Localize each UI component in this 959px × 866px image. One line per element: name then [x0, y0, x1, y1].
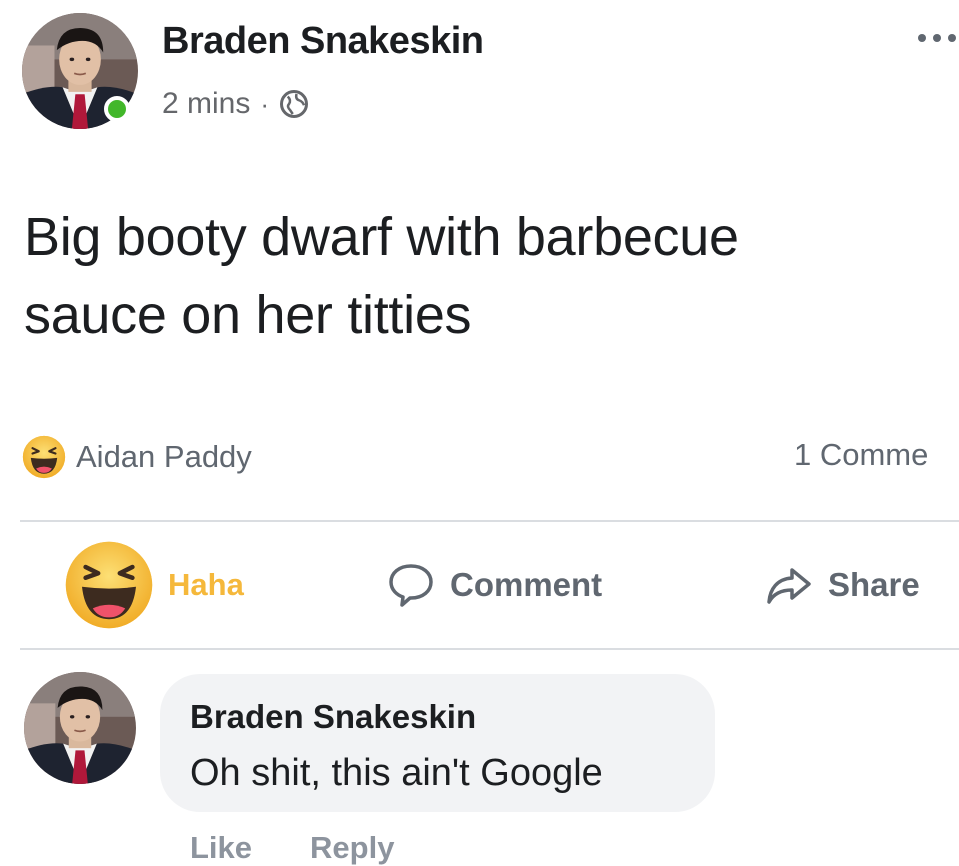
divider: [20, 520, 959, 522]
commenter-avatar[interactable]: [24, 672, 136, 784]
haha-reaction-icon: [64, 540, 154, 630]
reaction-summary[interactable]: Aidan Paddy: [22, 434, 252, 480]
comment-count[interactable]: 1 Comme: [794, 437, 928, 473]
online-status-indicator: [104, 96, 130, 122]
comment-text: Oh shit, this ain't Google: [190, 752, 603, 794]
comment-button[interactable]: Comment: [386, 560, 602, 610]
reactor-name: Aidan Paddy: [76, 439, 252, 474]
share-button[interactable]: Share: [764, 560, 920, 610]
post-author-name[interactable]: Braden Snakeskin: [162, 20, 484, 63]
post-meta: 2 mins ·: [162, 84, 309, 124]
divider: [20, 648, 959, 650]
comment-bubble-icon: [389, 564, 433, 607]
share-arrow-icon: [767, 568, 811, 604]
globe-icon[interactable]: [279, 89, 309, 119]
haha-label: Haha: [168, 567, 244, 602]
share-label: Share: [828, 566, 920, 603]
post-text: Big booty dwarf with barbecue sauce on h…: [24, 207, 739, 345]
meta-separator: ·: [260, 88, 270, 119]
more-options-icon[interactable]: [918, 28, 958, 48]
haha-button[interactable]: Haha: [64, 540, 244, 630]
post-timestamp[interactable]: 2 mins: [162, 87, 250, 121]
haha-reaction-icon: [22, 435, 66, 479]
comment-label: Comment: [450, 566, 603, 603]
comment-author-name[interactable]: Braden Snakeskin: [190, 698, 476, 736]
